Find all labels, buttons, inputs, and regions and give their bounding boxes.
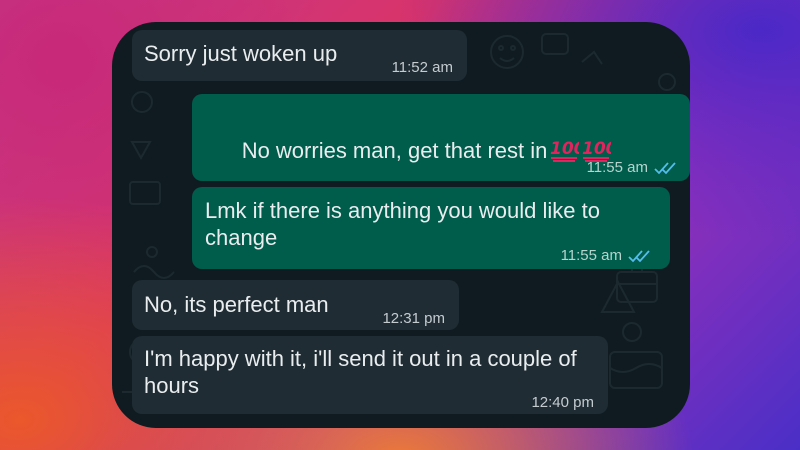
message-bubble-outgoing[interactable]: No worries man, get that rest in100100 1… (192, 94, 690, 181)
message-bubble-outgoing[interactable]: Lmk if there is anything you would like … (192, 187, 670, 269)
message-text: Sorry just woken up (144, 41, 338, 66)
message-text: No worries man, get that rest in100100 (205, 109, 612, 191)
message-time: 11:52 am (392, 54, 453, 81)
hundred-points-emoji-icon: 100 (550, 139, 579, 162)
message-bubble-incoming[interactable]: No, its perfect man 12:31 pm (132, 280, 459, 330)
timestamp: 12:40 pm (531, 394, 594, 411)
message-time: 12:40 pm (531, 389, 594, 416)
timestamp: 11:55 am (586, 159, 648, 176)
message-bubble-incoming[interactable]: Sorry just woken up 11:52 am (132, 30, 467, 81)
double-check-read-icon (628, 249, 650, 262)
timestamp: 12:31 pm (382, 310, 445, 327)
chat-panel[interactable]: Sorry just woken up 11:52 am No worries … (112, 22, 690, 428)
message-meta: 11:55 am (561, 242, 650, 269)
message-meta: 11:55 am (587, 154, 676, 181)
message-text-content: No worries man, get that rest in (241, 138, 548, 163)
message-time: 12:31 pm (382, 305, 445, 332)
message-text: No, its perfect man (144, 292, 329, 317)
message-bubble-incoming[interactable]: I'm happy with it, i'll send it out in a… (132, 336, 608, 414)
double-check-read-icon (654, 161, 676, 174)
timestamp: 11:55 am (560, 247, 622, 264)
timestamp: 11:52 am (391, 59, 453, 76)
svg-text:100: 100 (550, 139, 579, 159)
